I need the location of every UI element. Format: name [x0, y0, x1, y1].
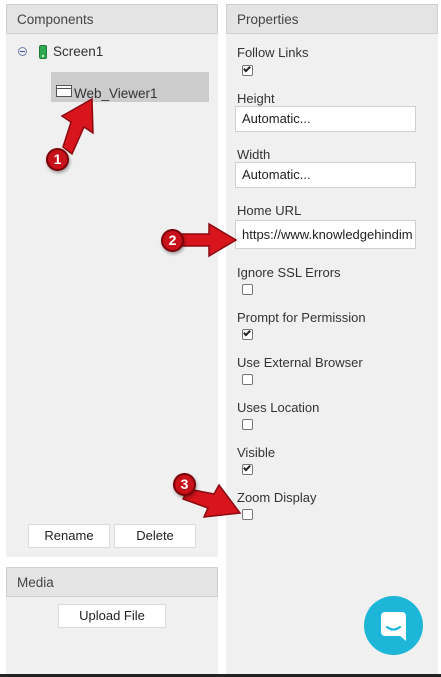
phone-icon: [39, 44, 47, 59]
ignore-ssl-errors-checkbox[interactable]: [242, 284, 253, 295]
checkmark-icon: [243, 64, 251, 73]
media-panel: Media Upload File: [6, 567, 218, 675]
zoom-display-checkbox[interactable]: [242, 509, 253, 520]
delete-button[interactable]: Delete: [114, 524, 196, 548]
rename-button[interactable]: Rename: [28, 524, 110, 548]
use-external-browser-checkbox[interactable]: [242, 374, 253, 385]
follow-links-checkbox[interactable]: [242, 64, 253, 76]
home-url-input[interactable]: https://www.knowledgehindim: [235, 220, 416, 249]
zoom-display-label: Zoom Display: [237, 490, 317, 505]
uses-location-label: Uses Location: [237, 400, 320, 415]
chat-button[interactable]: [364, 596, 423, 655]
upload-file-button[interactable]: Upload File: [58, 604, 166, 628]
width-label: Width: [237, 147, 271, 162]
annotation-marker-3: 3: [173, 473, 196, 496]
window-icon: [56, 84, 72, 97]
tree-item-label: Web_Viewer1: [74, 86, 158, 101]
annotation-marker-2: 2: [161, 229, 184, 252]
properties-panel-title: Properties: [226, 4, 438, 34]
width-input[interactable]: Automatic...: [235, 162, 416, 188]
components-panel-title: Components: [6, 4, 218, 34]
checkmark-icon: [243, 328, 251, 337]
uses-location-checkbox[interactable]: [242, 419, 253, 430]
chat-icon: [381, 612, 406, 641]
properties-panel: Properties Follow Links Height Automatic…: [226, 4, 438, 675]
tree-item-web-viewer1-selected[interactable]: Web_Viewer1: [51, 72, 209, 102]
tree-item-screen1[interactable]: Screen1: [18, 44, 103, 59]
prompt-for-permission-label: Prompt for Permission: [237, 310, 366, 325]
follow-links-label: Follow Links: [237, 45, 309, 60]
checkmark-icon: [243, 463, 251, 472]
visible-label: Visible: [237, 445, 276, 460]
app-page: Components Screen1 Web_Viewer1 Rename De…: [0, 0, 441, 677]
annotation-marker-1: 1: [46, 148, 69, 171]
ignore-ssl-errors-label: Ignore SSL Errors: [237, 265, 341, 280]
height-label: Height: [237, 91, 275, 106]
home-url-label: Home URL: [237, 203, 302, 218]
media-panel-title: Media: [6, 567, 218, 597]
use-external-browser-label: Use External Browser: [237, 355, 363, 370]
collapse-icon[interactable]: [18, 47, 27, 56]
tree-item-label: Screen1: [53, 44, 104, 59]
visible-checkbox[interactable]: [242, 463, 253, 475]
prompt-for-permission-checkbox[interactable]: [242, 328, 253, 340]
height-input[interactable]: Automatic...: [235, 106, 416, 132]
